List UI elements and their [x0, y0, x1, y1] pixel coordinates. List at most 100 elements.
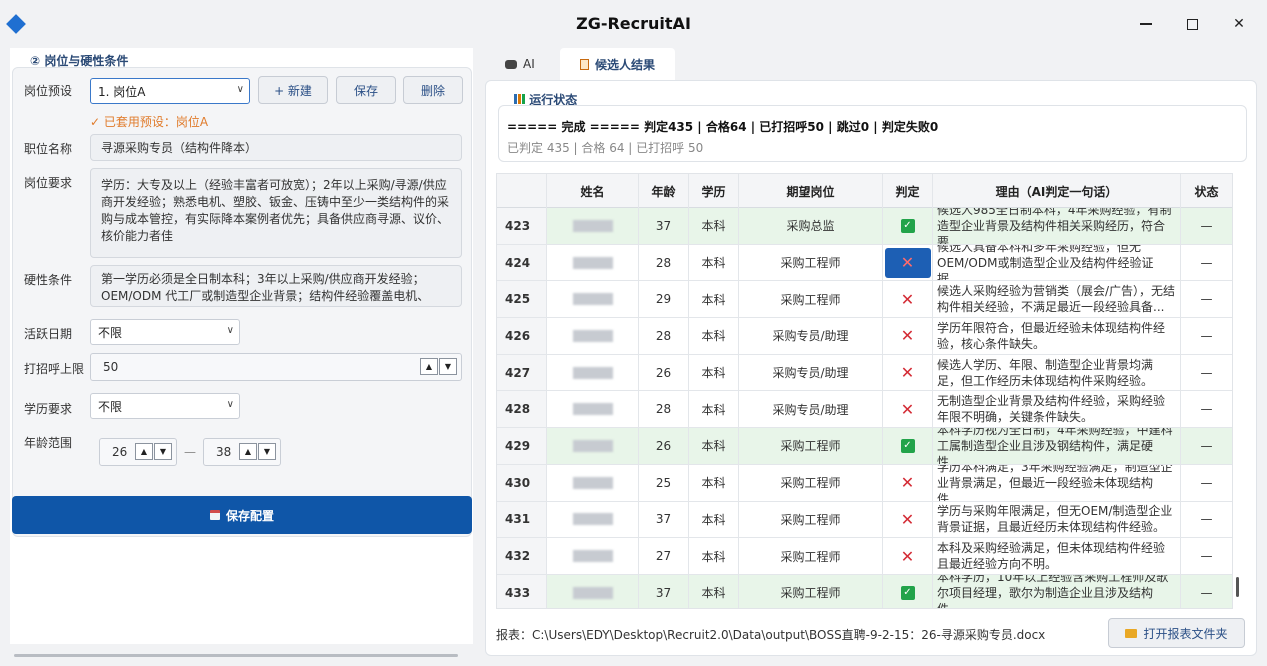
cross-icon: ✕ — [900, 509, 915, 529]
cross-icon: ✕ — [900, 289, 915, 309]
maximize-icon — [1186, 18, 1198, 30]
column-header[interactable]: 学历 — [689, 174, 739, 208]
job-req-label: 岗位要求 — [24, 176, 73, 190]
cross-icon: ✕ — [900, 546, 915, 566]
table-row[interactable]: 429 26 本科 采购工程师 ✓ 本科学历视为全日制，4年采购经验，中建科工属制造型企业… — [497, 428, 1232, 465]
table-row[interactable]: 433 37 本科 采购工程师 ✓ 本科学历，10年以上经验含采购工程师及歌尔项目经理，歌… — [497, 574, 1232, 608]
minimize-button[interactable] — [1134, 12, 1158, 36]
cross-icon: ✕ — [900, 326, 915, 346]
save-config-button[interactable]: 保存配置 — [12, 496, 472, 534]
row-status: — — [1181, 245, 1232, 281]
down-arrow-icon[interactable]: ▼ — [258, 443, 276, 460]
preset-select[interactable]: 1. 岗位A ∨ — [90, 78, 250, 104]
candidate-education: 本科 — [689, 538, 739, 574]
age-range-label: 年龄范围 — [24, 436, 73, 450]
table-row[interactable]: 428 28 本科 采购专员/助理 ✕ 无制造型企业背景及结构件经验，采购经验年限不明确，… — [497, 391, 1232, 429]
row-id: 428 — [497, 391, 547, 428]
row-id: 432 — [497, 538, 547, 574]
up-arrow-icon[interactable]: ▲ — [239, 443, 257, 460]
row-status: — — [1181, 281, 1232, 317]
table-row[interactable]: 424 28 本科 采购工程师 ✕ 候选人具备本科和多年采购经验，但无OEM/ODM或制造… — [497, 244, 1232, 282]
maximize-button[interactable] — [1180, 12, 1204, 36]
vertical-scrollbar[interactable] — [1232, 173, 1244, 609]
verdict-cell: ✕ — [883, 538, 933, 574]
column-header[interactable]: 状态 — [1181, 174, 1232, 208]
blurred-name — [572, 586, 613, 599]
row-id: 431 — [497, 501, 547, 538]
horizontal-scrollbar[interactable] — [14, 654, 458, 657]
floppy-icon — [209, 510, 220, 520]
age-max-value: 38 — [216, 445, 232, 459]
candidate-age: 25 — [639, 464, 689, 501]
up-arrow-icon[interactable]: ▲ — [420, 358, 438, 375]
folder-icon — [1125, 628, 1138, 638]
status-summary: ===== 完成 ===== 判定435 | 合格64 | 已打招呼50 | 跳… — [507, 120, 939, 134]
table-row[interactable]: 427 26 本科 采购专员/助理 ✕ 候选人学历、年限、制造型企业背景均满足，但工作经历… — [497, 354, 1232, 392]
candidate-education: 本科 — [689, 391, 739, 428]
table-row[interactable]: 425 29 本科 采购工程师 ✕ 候选人采购经验为营销类（展会/广告），无结构件相关经验… — [497, 281, 1232, 319]
open-folder-label: 打开报表文件夹 — [1143, 626, 1228, 641]
table-row[interactable]: 431 37 本科 采购工程师 ✕ 学历与采购年限满足，但无OEM/制造型企业背景证据，且… — [497, 501, 1232, 539]
delete-preset-button[interactable]: 删除 — [403, 76, 463, 104]
ai-reason: 无制造型企业背景及结构件经验，采购经验年限不明确，关键条件缺失。 — [933, 391, 1181, 428]
table-row[interactable]: 423 37 本科 采购总监 ✓ 候选人985全日制本科，4年采购经验，有制造型企业背景及… — [497, 208, 1232, 245]
greet-limit-stepper[interactable]: 50 ▲ ▼ — [90, 353, 462, 381]
cross-icon: ✕ — [900, 363, 915, 383]
active-date-select[interactable]: 不限 ∨ — [90, 319, 240, 345]
column-header[interactable]: 判定 — [883, 174, 933, 208]
column-header[interactable]: 期望岗位 — [739, 174, 883, 208]
job-name-field[interactable]: 寻源采购专员（结构件降本） — [90, 134, 462, 161]
row-status: — — [1181, 502, 1232, 538]
table-row[interactable]: 432 27 本科 采购工程师 ✕ 本科及采购经验满足，但未体现结构件经验且最近经验方向不… — [497, 538, 1232, 575]
expected-position: 采购总监 — [739, 208, 883, 244]
save-config-label: 保存配置 — [225, 508, 274, 523]
open-report-folder-button[interactable]: 打开报表文件夹 — [1108, 618, 1245, 648]
verdict-cell: ✓ — [883, 574, 933, 608]
expected-position: 采购工程师 — [739, 538, 883, 574]
row-id: 430 — [497, 464, 547, 501]
chevron-down-icon: ∨ — [236, 84, 244, 95]
candidate-name — [547, 428, 639, 464]
close-button[interactable]: ✕ — [1227, 12, 1251, 36]
up-arrow-icon[interactable]: ▲ — [135, 443, 153, 460]
table-row[interactable]: 426 28 本科 采购专员/助理 ✕ 学历年限符合，但最近经验未体现结构件经验，核心条件… — [497, 318, 1232, 355]
candidate-name — [547, 208, 639, 244]
tab-candidate-results[interactable]: 候选人结果 — [560, 48, 675, 80]
verdict-cell: ✕ — [883, 354, 933, 391]
candidate-table: 姓名 年龄 学历 期望岗位 判定 理由（AI判定一句话） 状态 423 37 本科 采购总监 ✓ 候选… — [496, 173, 1233, 609]
hard-cond-textarea[interactable]: 第一学历必须是全日制本科；3年以上采购/供应商开发经验；OEM/ODM 代工厂或… — [90, 265, 462, 307]
candidate-age: 37 — [639, 501, 689, 538]
blurred-name — [572, 439, 613, 452]
scroll-thumb[interactable] — [1236, 577, 1239, 597]
active-date-label: 活跃日期 — [24, 327, 73, 341]
age-min-stepper[interactable]: 26 ▲ ▼ — [99, 438, 177, 466]
expected-position: 采购工程师 — [739, 501, 883, 538]
table-row[interactable]: 430 25 本科 采购工程师 ✕ 学历本科满足，3年采购经验满足，制造型企业背景满足，但… — [497, 464, 1232, 502]
column-header[interactable]: 理由（AI判定一句话） — [933, 174, 1181, 208]
table-body: 423 37 本科 采购总监 ✓ 候选人985全日制本科，4年采购经验，有制造型企业背景及… — [497, 208, 1232, 608]
edu-select[interactable]: 不限 ∨ — [90, 393, 240, 419]
row-status: — — [1181, 575, 1232, 608]
down-arrow-icon[interactable]: ▼ — [154, 443, 172, 460]
candidate-name — [547, 464, 639, 501]
column-header[interactable]: 姓名 — [547, 174, 639, 208]
report-path: 报表：C:\Users\EDY\Desktop\Recruit2.0\Data\… — [496, 628, 1046, 642]
candidate-name — [547, 244, 639, 281]
age-max-stepper[interactable]: 38 ▲ ▼ — [203, 438, 281, 466]
job-req-textarea[interactable]: 学历：大专及以上（经验丰富者可放宽）；2年以上采购/寻源/供应商开发经验；熟悉电… — [90, 168, 462, 258]
blurred-name — [572, 366, 613, 379]
tab-ai[interactable]: AI — [485, 48, 560, 80]
column-header[interactable] — [497, 174, 547, 208]
column-header[interactable]: 年龄 — [639, 174, 689, 208]
save-preset-button[interactable]: 保存 — [336, 76, 396, 104]
age-separator: — — [184, 445, 196, 459]
row-status: — — [1181, 538, 1232, 574]
expected-position: 采购专员/助理 — [739, 318, 883, 354]
ai-reason: 本科学历视为全日制，4年采购经验，中建科工属制造型企业且涉及钢结构件，满足硬性.… — [933, 428, 1181, 464]
candidate-education: 本科 — [689, 244, 739, 281]
down-arrow-icon[interactable]: ▼ — [439, 358, 457, 375]
ai-reason: 学历年限符合，但最近经验未体现结构件经验，核心条件缺失。 — [933, 318, 1181, 354]
candidate-name — [547, 391, 639, 428]
new-preset-button[interactable]: + 新建 — [258, 76, 328, 104]
applied-hint: ✓ 已套用预设：岗位A — [90, 115, 209, 129]
